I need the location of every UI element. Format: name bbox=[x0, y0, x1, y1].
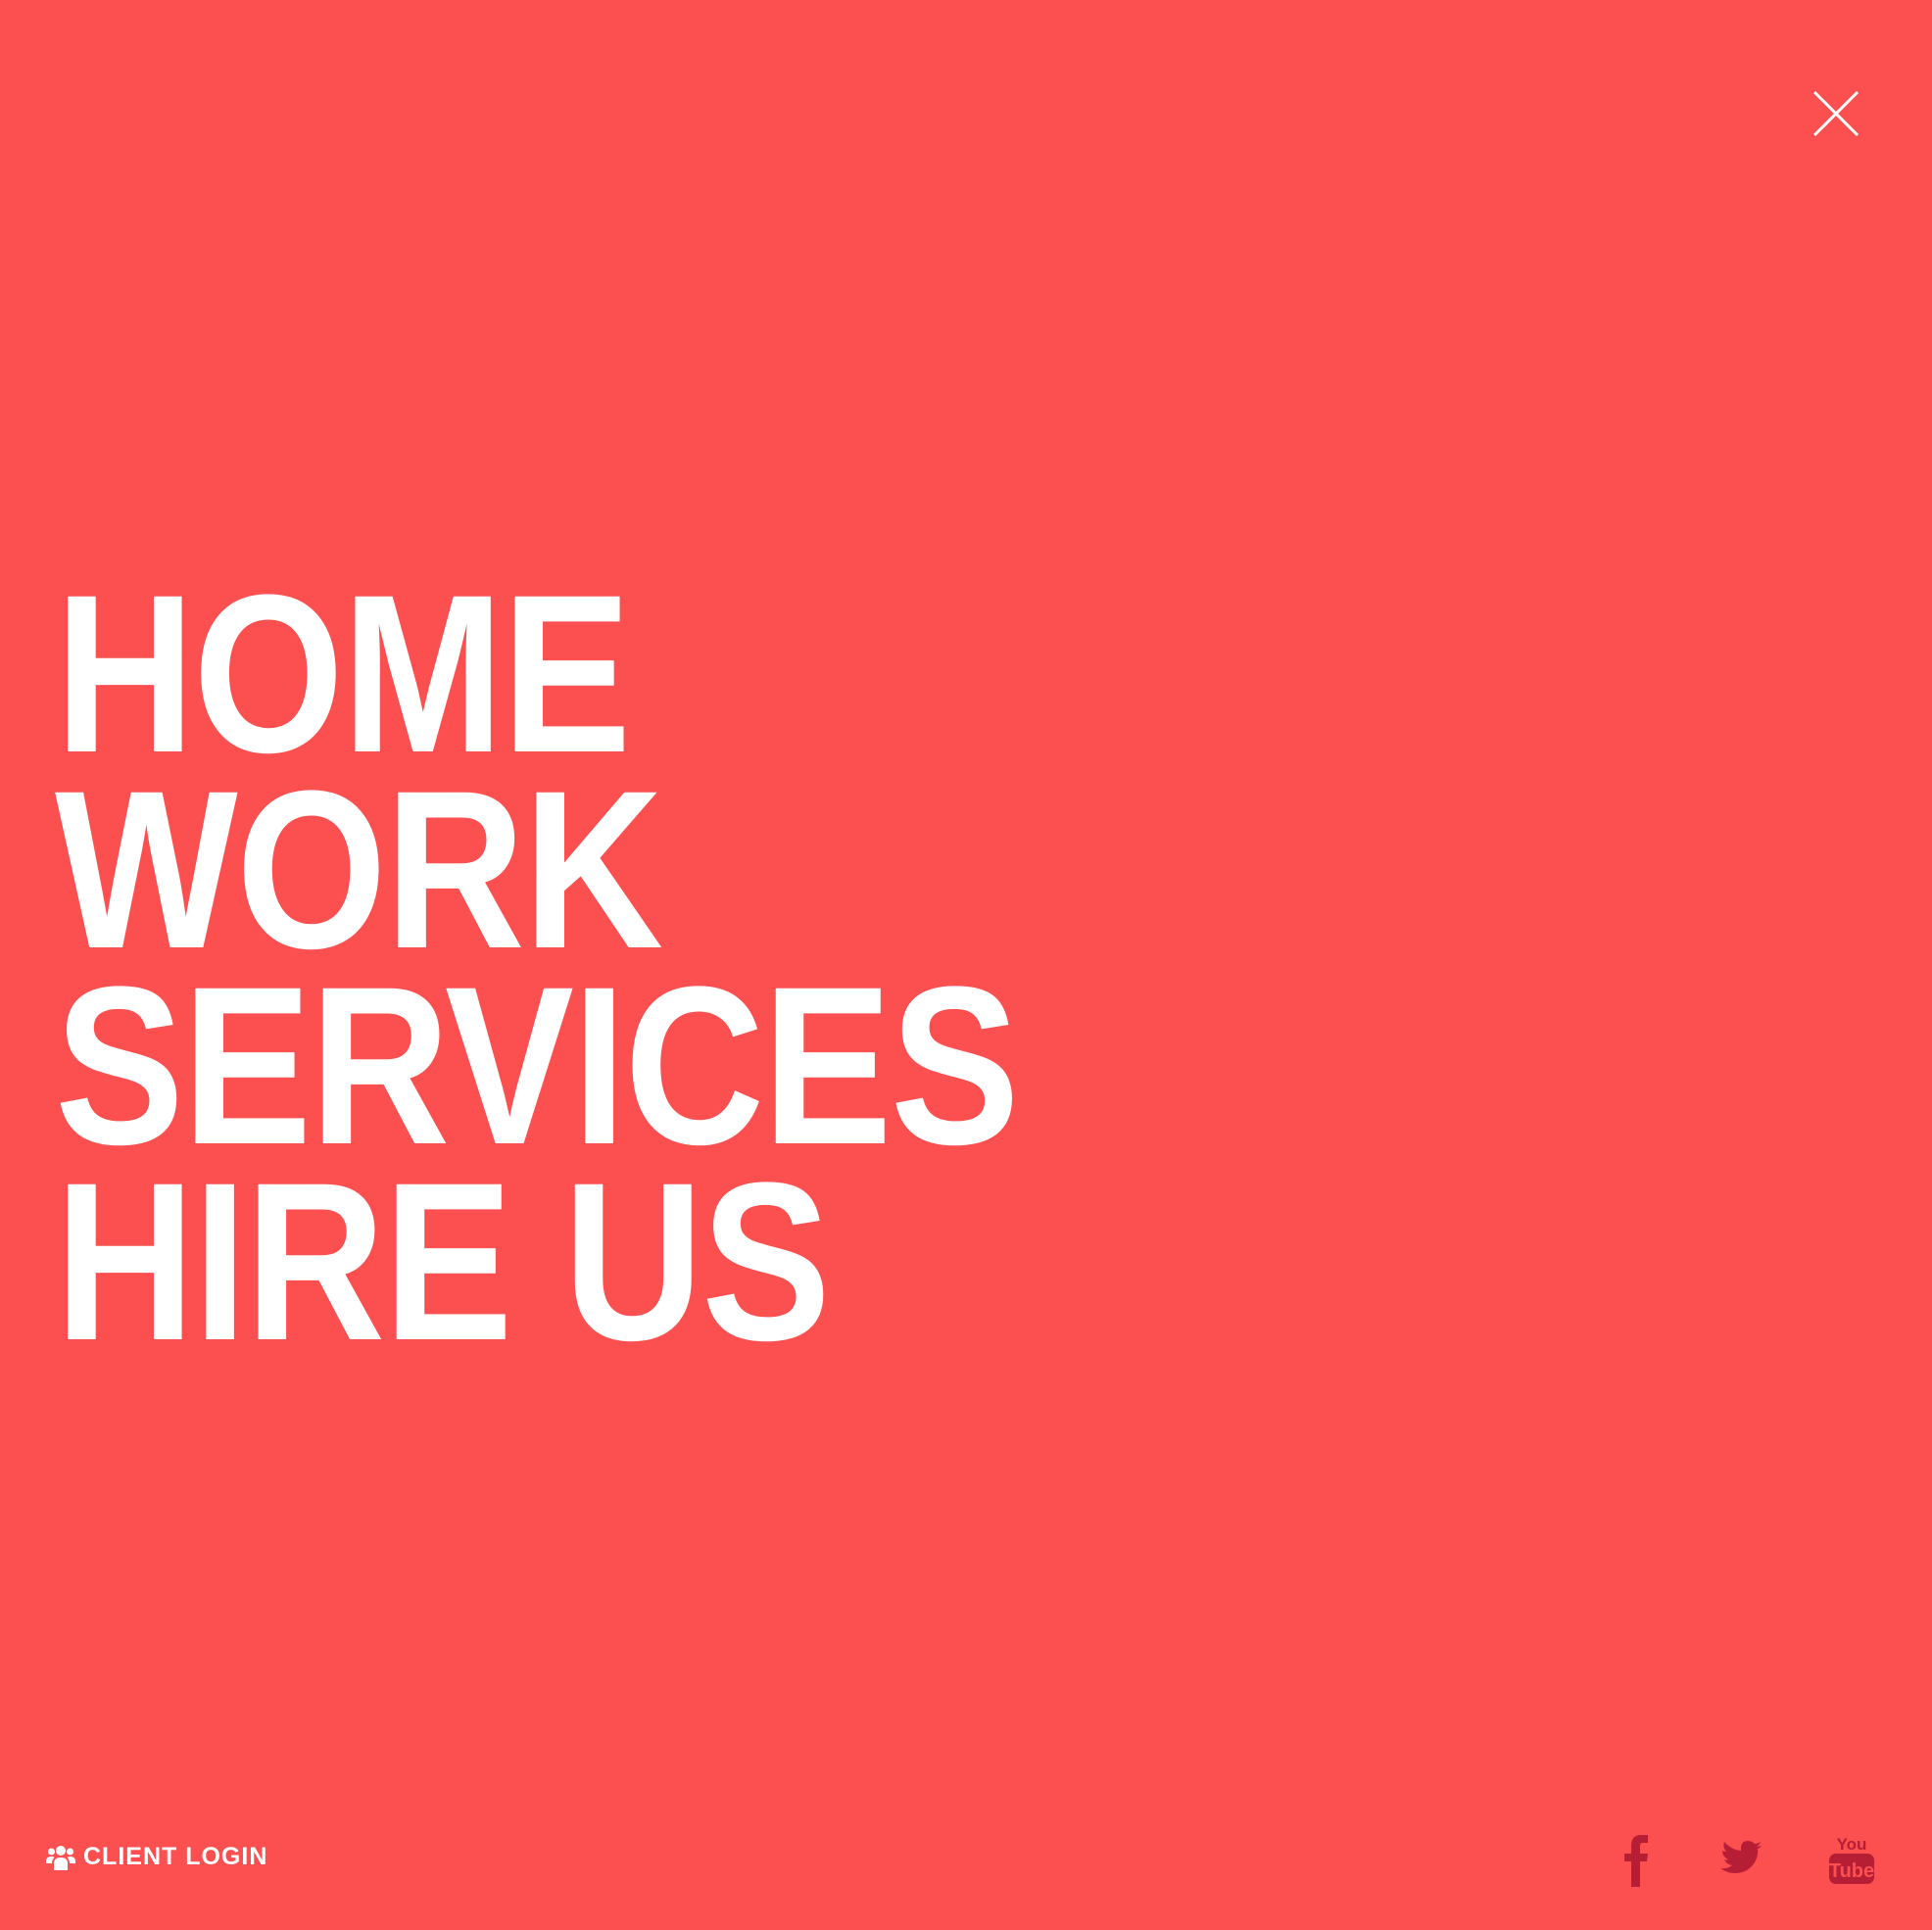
menu-item-work: WORK bbox=[55, 757, 1175, 983]
menu-item-home: HOME bbox=[55, 561, 1175, 787]
menu-item-hire-us: HIRE US bbox=[55, 1149, 1175, 1375]
menu-link-home[interactable]: HOME bbox=[55, 561, 1018, 787]
menu-link-hire-us[interactable]: HIRE US bbox=[55, 1149, 1018, 1375]
facebook-link[interactable] bbox=[1621, 1832, 1651, 1887]
youtube-link[interactable]: You Tube bbox=[1828, 1832, 1875, 1887]
svg-text:Tube: Tube bbox=[1829, 1860, 1874, 1882]
users-icon bbox=[46, 1846, 75, 1870]
menu-item-services: SERVICES bbox=[55, 953, 1175, 1179]
svg-text:You: You bbox=[1837, 1835, 1867, 1854]
menu-link-work[interactable]: WORK bbox=[55, 757, 1018, 983]
close-button[interactable] bbox=[1811, 88, 1861, 139]
youtube-icon: You Tube bbox=[1829, 1835, 1874, 1884]
close-icon bbox=[1812, 90, 1860, 137]
facebook-icon bbox=[1624, 1835, 1648, 1887]
main-menu: HOME WORK SERVICES HIRE US bbox=[55, 561, 1175, 1375]
client-login-link[interactable]: CLIENT LOGIN bbox=[46, 1842, 267, 1871]
menu-link-services[interactable]: SERVICES bbox=[55, 953, 1020, 1179]
twitter-icon bbox=[1720, 1841, 1762, 1873]
client-login-label: CLIENT LOGIN bbox=[83, 1843, 268, 1870]
twitter-link[interactable] bbox=[1718, 1832, 1763, 1887]
